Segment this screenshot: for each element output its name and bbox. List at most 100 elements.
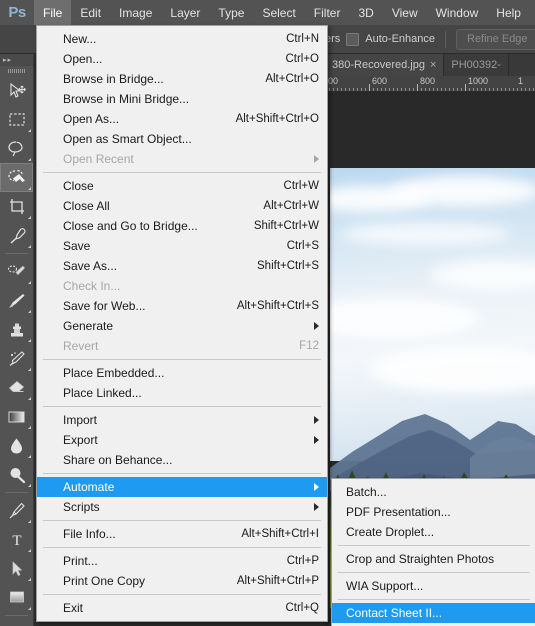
menu-item-open-as[interactable]: Open As... Alt+Shift+Ctrl+O xyxy=(37,109,327,129)
ruler-tick xyxy=(341,88,342,91)
auto-enhance-checkbox[interactable] xyxy=(346,32,360,46)
crop-tool[interactable] xyxy=(0,192,33,221)
document-tab-bar[interactable]: 380-Recovered.jpg × PH00392- xyxy=(325,54,535,76)
menu-item-close-and-go-to-bridge[interactable]: Close and Go to Bridge... Shift+Ctrl+W xyxy=(37,216,327,236)
menubar-item-window[interactable]: Window xyxy=(427,0,488,25)
hand-tool[interactable] xyxy=(0,619,33,626)
horizontal-ruler[interactable]: 00 600 800 1000 1 xyxy=(325,76,535,92)
ruler-tick xyxy=(449,88,450,91)
ruler-tick xyxy=(329,88,330,91)
menu-item-save-for-web[interactable]: Save for Web... Alt+Shift+Ctrl+S xyxy=(37,296,327,316)
menu-item-crop-and-straighten-photos[interactable]: Crop and Straighten Photos xyxy=(332,549,535,569)
menu-item-share-on-behance[interactable]: Share on Behance... xyxy=(37,450,327,470)
ruler-tick xyxy=(489,88,490,91)
menubar-item-image[interactable]: Image xyxy=(110,0,161,25)
menu-item-scripts[interactable]: Scripts xyxy=(37,497,327,517)
menu-item-place-linked[interactable]: Place Linked... xyxy=(37,383,327,403)
ruler-tick xyxy=(393,88,394,91)
file-menu-dropdown[interactable]: New... Ctrl+N Open... Ctrl+O Browse in Bridg… xyxy=(36,25,328,622)
menu-item-revert: Revert F12 xyxy=(37,336,327,356)
menu-item-import[interactable]: Import xyxy=(37,410,327,430)
ruler-label: 1 xyxy=(518,76,524,86)
rectangle-tool[interactable] xyxy=(0,583,33,612)
chevron-right-icon xyxy=(314,416,319,424)
ruler-tick xyxy=(457,88,458,91)
menubar-item-help[interactable]: Help xyxy=(487,0,530,25)
menubar-item-3d[interactable]: 3D xyxy=(349,0,382,25)
ruler-tick xyxy=(381,88,382,91)
rectangular-marquee-tool[interactable] xyxy=(0,105,33,134)
menu-item-browse-in-bridge[interactable]: Browse in Bridge... Alt+Ctrl+O xyxy=(37,69,327,89)
path-selection-tool[interactable] xyxy=(0,554,33,583)
menu-item-browse-in-mini-bridge[interactable]: Browse in Mini Bridge... xyxy=(37,89,327,109)
tool-more-indicator xyxy=(28,578,31,581)
menu-item-open-as-smart-object[interactable]: Open as Smart Object... xyxy=(37,129,327,149)
dodge-tool[interactable] xyxy=(0,460,33,489)
menu-item-close-all[interactable]: Close All Alt+Ctrl+W xyxy=(37,196,327,216)
menu-item-print[interactable]: Print... Ctrl+P xyxy=(37,551,327,571)
menu-item-save-as[interactable]: Save As... Shift+Ctrl+S xyxy=(37,256,327,276)
eraser-tool[interactable] xyxy=(0,373,33,402)
menu-item-pdf-presentation[interactable]: PDF Presentation... xyxy=(332,502,535,522)
pen-tool[interactable] xyxy=(0,496,33,525)
ruler-tick xyxy=(405,88,406,91)
eyedropper-tool[interactable] xyxy=(0,221,33,250)
spot-healing-brush-tool[interactable] xyxy=(0,257,33,286)
menu-item-shortcut: Shift+Ctrl+S xyxy=(257,260,319,272)
menu-item-label: Share on Behance... xyxy=(63,453,173,467)
history-brush-tool[interactable] xyxy=(0,344,33,373)
refine-edge-button[interactable]: Refine Edge xyxy=(456,28,535,50)
menu-item-place-embedded[interactable]: Place Embedded... xyxy=(37,363,327,383)
ruler-tick xyxy=(529,88,530,91)
menu-item-exit[interactable]: Exit Ctrl+Q xyxy=(37,598,327,618)
menubar-item-layer[interactable]: Layer xyxy=(161,0,209,25)
menu-item-close[interactable]: Close Ctrl+W xyxy=(37,176,327,196)
menu-item-new[interactable]: New... Ctrl+N xyxy=(37,29,327,49)
menubar-item-edit[interactable]: Edit xyxy=(71,0,110,25)
document-tab-title: PH00392- xyxy=(451,59,501,71)
menubar-item-file[interactable]: File xyxy=(34,0,72,25)
menu-item-export[interactable]: Export xyxy=(37,430,327,450)
menu-item-open-recent: Open Recent xyxy=(37,149,327,169)
ruler-tick xyxy=(469,88,470,91)
document-tab[interactable]: 380-Recovered.jpg × xyxy=(325,54,445,76)
menu-item-batch[interactable]: Batch... xyxy=(332,482,535,502)
lasso-tool[interactable] xyxy=(0,134,33,163)
menu-item-create-droplet[interactable]: Create Droplet... xyxy=(332,522,535,542)
menu-item-file-info[interactable]: File Info... Alt+Shift+Ctrl+I xyxy=(37,524,327,544)
panel-grip[interactable] xyxy=(0,66,33,76)
type-tool[interactable]: T xyxy=(0,525,33,554)
menu-item-shortcut: Ctrl+Q xyxy=(285,602,319,614)
menu-item-automate[interactable]: Automate xyxy=(37,477,327,497)
brush-tool[interactable] xyxy=(0,286,33,315)
menu-item-label: Open Recent xyxy=(63,152,134,166)
close-icon[interactable]: × xyxy=(430,59,436,71)
ruler-label: 600 xyxy=(372,76,388,86)
menu-item-label: Close xyxy=(63,179,94,193)
move-tool[interactable] xyxy=(0,76,33,105)
blur-tool[interactable] xyxy=(0,431,33,460)
menu-item-contact-sheet-ii[interactable]: Contact Sheet II... xyxy=(332,603,535,623)
menu-item-open[interactable]: Open... Ctrl+O xyxy=(37,49,327,69)
tools-panel: ▸▸ T xyxy=(0,53,34,626)
menu-item-save[interactable]: Save Ctrl+S xyxy=(37,236,327,256)
menubar-item-select[interactable]: Select xyxy=(253,0,304,25)
menu-item-generate[interactable]: Generate xyxy=(37,316,327,336)
clone-stamp-tool[interactable] xyxy=(0,315,33,344)
menubar-item-filter[interactable]: Filter xyxy=(305,0,350,25)
ruler-tick xyxy=(429,88,430,91)
menubar-item-type[interactable]: Type xyxy=(209,0,253,25)
chevron-right-icon xyxy=(314,322,319,330)
gradient-tool[interactable] xyxy=(0,402,33,431)
ruler-tick xyxy=(401,88,402,91)
menubar-item-view[interactable]: View xyxy=(383,0,427,25)
automate-submenu-dropdown[interactable]: Batch... PDF Presentation... Create Drople… xyxy=(331,478,535,626)
tool-more-indicator xyxy=(28,426,31,429)
menu-item-wia-support[interactable]: WIA Support... xyxy=(332,576,535,596)
menu-item-print-one-copy[interactable]: Print One Copy Alt+Shift+Ctrl+P xyxy=(37,571,327,591)
tool-more-indicator xyxy=(28,187,31,190)
collapse-panel-icon[interactable]: ▸▸ xyxy=(0,53,33,66)
document-tab[interactable]: PH00392- xyxy=(444,54,509,76)
quick-selection-tool[interactable] xyxy=(0,163,33,192)
svg-text:T: T xyxy=(12,533,21,548)
